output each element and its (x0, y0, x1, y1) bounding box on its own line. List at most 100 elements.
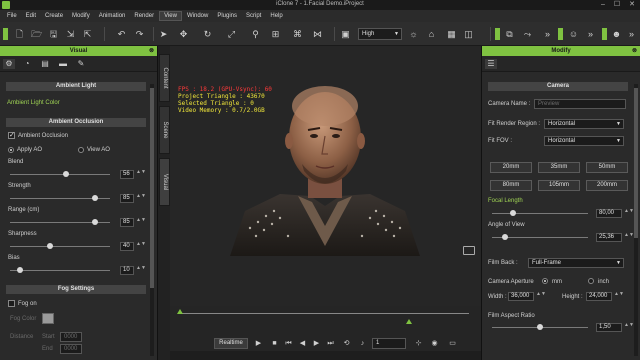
prev-frame-icon[interactable]: ◀ (298, 339, 307, 348)
camera-header[interactable]: Camera (488, 82, 628, 91)
camera-view-icon[interactable]: ◫ (463, 29, 474, 39)
ambient-occlusion-header[interactable]: Ambient Occlusion (6, 118, 146, 127)
menu-script[interactable]: Script (242, 12, 265, 20)
tab-content[interactable]: Content (159, 54, 170, 102)
timeline-icon[interactable]: ⧉ (504, 29, 515, 39)
camera-name-field[interactable]: Preview (534, 99, 626, 109)
export-icon[interactable]: ⇱ (82, 29, 93, 39)
current-frame-field[interactable]: 1 (372, 338, 406, 349)
panel-scrollbar[interactable] (634, 84, 638, 356)
tab-edit-icon[interactable]: ✎ (75, 59, 87, 69)
next-frame-icon[interactable]: ▶ (312, 339, 321, 348)
spinner-icon[interactable]: ▲▼ (136, 194, 146, 203)
motion-icon[interactable]: ⤳ (522, 29, 533, 39)
menu-create[interactable]: Create (41, 12, 67, 20)
slider-knob[interactable] (63, 171, 69, 177)
scale-icon[interactable]: ⤢ (226, 29, 237, 39)
film-aspect-ratio-value[interactable]: 1,50 (596, 323, 622, 332)
view-ao-radio[interactable] (78, 147, 84, 153)
film-back-select[interactable]: Full-Frame ▼ (528, 258, 624, 268)
tab-atmosphere-icon[interactable]: ⚙ (3, 59, 15, 69)
stop-icon[interactable]: ■ (270, 339, 279, 348)
bias-slider[interactable] (10, 267, 110, 273)
sharpness-value[interactable]: 40 (120, 242, 134, 251)
music-note-icon[interactable]: ♪ (358, 339, 367, 348)
loop-icon[interactable]: ⟲ (342, 339, 351, 348)
menu-edit[interactable]: Edit (22, 12, 40, 20)
tab-light-icon[interactable]: ◔ (21, 59, 33, 69)
render-quality-select[interactable]: High ▼ (358, 28, 402, 40)
fog-start-field[interactable]: 0000 (60, 332, 82, 342)
slider-knob[interactable] (92, 195, 98, 201)
undo-icon[interactable]: ↶ (116, 29, 127, 39)
range-slider[interactable] (10, 219, 110, 225)
select-arrow-icon[interactable]: ➤ (158, 29, 169, 39)
ambient-light-header[interactable]: Ambient Light (6, 82, 146, 91)
apply-ao-radio[interactable] (8, 147, 14, 153)
unit-mm-radio[interactable] (542, 278, 548, 284)
spinner-icon[interactable]: ▲▼ (136, 266, 146, 275)
unit-inch-radio[interactable] (588, 278, 594, 284)
angle-of-view-slider[interactable] (492, 234, 588, 240)
focal-length-value[interactable]: 80,00 (596, 209, 622, 218)
spinner-icon[interactable]: ▲▼ (624, 209, 634, 218)
blend-slider[interactable] (10, 171, 110, 177)
sharpness-slider[interactable] (10, 243, 110, 249)
home-icon[interactable]: ⌂ (426, 29, 437, 39)
slider-knob[interactable] (502, 234, 509, 240)
3d-viewport[interactable]: FPS : 18.2 (GPU-Vsync): 60 Project Trian… (170, 46, 481, 306)
lens-80mm-button[interactable]: 80mm (490, 180, 532, 191)
strength-slider[interactable] (10, 195, 110, 201)
start-marker-icon[interactable] (177, 309, 183, 314)
menu-modify[interactable]: Modify (68, 12, 94, 20)
spinner-icon[interactable]: ▲▼ (136, 218, 146, 227)
menu-file[interactable]: File (3, 12, 21, 20)
menu-view[interactable]: View (159, 11, 182, 21)
fog-settings-header[interactable]: Fog Settings (6, 285, 146, 294)
slider-knob[interactable] (47, 243, 53, 249)
scrollbar-thumb[interactable] (634, 88, 638, 238)
spinner-icon[interactable]: ▲▼ (624, 323, 634, 332)
panel-close-icon[interactable]: ⊗ (149, 46, 154, 56)
expand-arrows-icon[interactable]: » (585, 29, 596, 39)
spinner-icon[interactable]: ▲▼ (624, 233, 634, 242)
new-project-icon[interactable]: 🗋 (14, 29, 25, 39)
align-icon[interactable]: ⊞ (270, 29, 281, 39)
slider-knob[interactable] (510, 210, 517, 216)
spinner-icon[interactable]: ▲▼ (136, 170, 146, 179)
lens-20mm-button[interactable]: 20mm (490, 162, 532, 173)
menu-plugins[interactable]: Plugins (213, 12, 241, 20)
pick-parent-icon[interactable]: ⚲ (250, 29, 261, 39)
close-button[interactable]: ✕ (625, 0, 639, 10)
play-icon[interactable]: ▶ (254, 339, 263, 348)
film-aspect-ratio-slider[interactable] (492, 324, 588, 330)
menu-render[interactable]: Render (130, 12, 158, 20)
tab-settings-icon[interactable]: ☰ (485, 59, 497, 69)
angle-of-view-value[interactable]: 25,36 (596, 233, 622, 242)
timeline-toggle-icon[interactable]: ▭ (448, 339, 457, 348)
spinner-icon[interactable]: ▲▼ (536, 292, 546, 301)
rotate-icon[interactable]: ↻ (202, 29, 213, 39)
lens-50mm-button[interactable]: 50mm (586, 162, 628, 173)
bone-icon[interactable]: ⋈ (312, 29, 323, 39)
link-icon[interactable]: ⌘ (292, 29, 303, 39)
timeline-bar[interactable] (170, 306, 481, 340)
slider-knob[interactable] (537, 324, 543, 330)
sun-icon[interactable]: ☼ (408, 29, 419, 39)
scrollbar-thumb[interactable] (150, 88, 154, 288)
focal-length-slider[interactable] (492, 210, 588, 216)
bias-value[interactable]: 10 (120, 266, 134, 275)
last-frame-icon[interactable]: ⏭ (326, 339, 335, 348)
expand-arrows-icon[interactable]: » (542, 29, 553, 39)
realtime-button[interactable]: Realtime (214, 338, 248, 349)
tab-scene[interactable]: Scene (159, 106, 170, 154)
redo-icon[interactable]: ↷ (134, 29, 145, 39)
frame-target-icon[interactable]: ⊹ (414, 339, 423, 348)
expand-arrows-icon[interactable]: » (626, 29, 637, 39)
blend-value[interactable]: 56 (120, 170, 134, 179)
tab-image-icon[interactable]: ▤ (39, 59, 51, 69)
facial-icon[interactable]: ☺ (568, 29, 579, 39)
tab-visual[interactable]: Visual (159, 158, 170, 206)
fog-color-swatch[interactable] (42, 313, 54, 324)
tab-stage-icon[interactable]: ▬ (57, 59, 69, 69)
